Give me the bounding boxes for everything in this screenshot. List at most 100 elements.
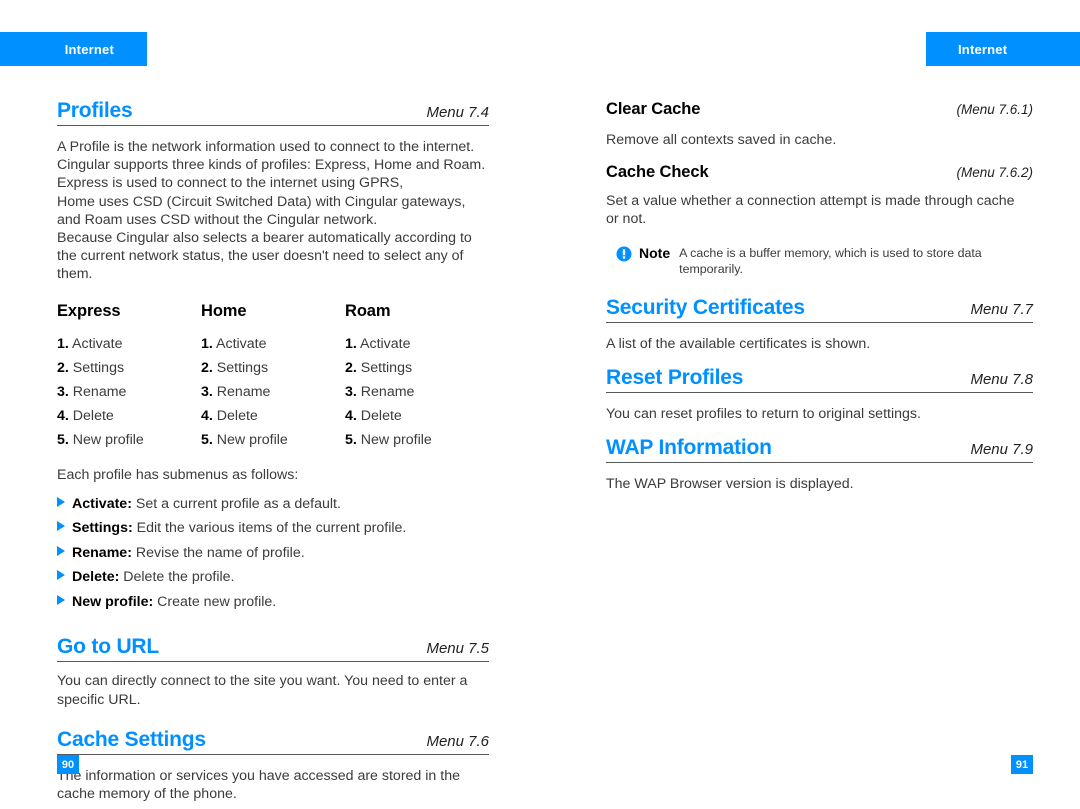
subsection-menu-cache-check: (Menu 7.6.2) [956, 165, 1033, 181]
submenu-term: Settings: [72, 520, 133, 537]
profile-item-label: New profile [360, 431, 432, 448]
subsection-title-cache-check: Cache Check [606, 163, 709, 182]
section-title-reset-profiles: Reset Profiles [606, 365, 744, 389]
profile-item-label: Settings [360, 359, 413, 376]
profile-column-header: Roam [345, 301, 391, 320]
profile-item-number: 3. [345, 383, 357, 400]
section-menu-wap-information: Menu 7.9 [970, 441, 1033, 459]
submenu-desc: Edit the various items of the current pr… [136, 520, 407, 537]
page-number-left: 90 [57, 755, 79, 774]
section-title-go-to-url: Go to URL [57, 635, 160, 659]
cache-settings-paragraph: The information or services you have acc… [57, 767, 489, 803]
triangle-right-icon [57, 521, 72, 532]
subsection-title-clear-cache: Clear Cache [606, 100, 701, 118]
profile-item-number: 1. [201, 335, 213, 352]
section-heading-go-to-url: Go to URL Menu 7.5 [57, 635, 489, 663]
section-menu-cache-settings: Menu 7.6 [426, 732, 489, 750]
body-line: The information or services you have acc… [57, 767, 460, 784]
subsection-menu-clear-cache: (Menu 7.6.1) [956, 102, 1033, 117]
submenu-desc: Revise the name of profile. [135, 544, 305, 561]
section-heading-profiles: Profiles Menu 7.4 [57, 99, 489, 127]
profile-item-number: 5. [201, 431, 213, 448]
profiles-intro-line: A Profile is the network information use… [57, 139, 475, 156]
profile-menu-item: 2. Settings [57, 356, 201, 380]
submenu-term: Delete: [72, 569, 120, 586]
note-line: temporarily. [679, 261, 743, 276]
section-menu-reset-profiles: Menu 7.8 [970, 370, 1033, 388]
section-heading-cache-settings: Cache Settings Menu 7.6 [57, 728, 489, 755]
profile-item-label: Activate [360, 335, 411, 352]
profile-item-number: 4. [201, 407, 213, 424]
profile-menu-item: 4. Delete [201, 404, 345, 428]
profile-item-number: 4. [345, 407, 357, 424]
body-line: A list of the available certificates is … [606, 335, 871, 352]
profile-item-label: Activate [72, 335, 123, 352]
reset-profiles-paragraph: You can reset profiles to return to orig… [606, 405, 1033, 423]
list-item: Delete: Delete the profile. [57, 565, 489, 590]
submenu-desc: Set a current profile as a default. [135, 495, 341, 512]
subsection-heading-cache-check: Cache Check (Menu 7.6.2) [606, 163, 1033, 182]
section-menu-security-certificates: Menu 7.7 [970, 300, 1033, 318]
submenu-desc: Delete the profile. [123, 569, 235, 586]
profile-item-label: Settings [72, 359, 125, 376]
cache-check-paragraph: Set a value whether a connection attempt… [606, 192, 1033, 228]
body-line: You can directly connect to the site you… [57, 673, 468, 690]
body-line: cache memory of the phone. [57, 786, 237, 803]
profile-menu-item: 4. Delete [345, 404, 489, 428]
profile-item-number: 1. [345, 335, 357, 352]
profile-item-number: 1. [57, 335, 69, 352]
profile-column-home: Home 1. Activate 2. Settings 3. Rename 4… [201, 302, 345, 452]
section-menu-profiles: Menu 7.4 [426, 104, 489, 121]
subsection-heading-clear-cache: Clear Cache (Menu 7.6.1) [606, 100, 1033, 119]
list-item: Activate: Set a current profile as a def… [57, 492, 489, 517]
profile-item-label: Delete [360, 407, 402, 424]
note-text: A cache is a buffer memory, which is use… [679, 245, 982, 277]
note-line: A cache is a buffer memory, which is use… [679, 245, 982, 260]
profile-item-label: Delete [72, 407, 114, 424]
profiles-intro-line: Home uses CSD (Circuit Switched Data) wi… [57, 193, 466, 210]
section-heading-security-certificates: Security Certificates Menu 7.7 [606, 295, 1033, 323]
triangle-right-icon [57, 545, 72, 556]
profile-menu-item: 3. Rename [345, 380, 489, 404]
profile-item-number: 2. [201, 359, 213, 376]
page-number-right-label: 91 [1015, 758, 1029, 771]
profile-column-roam: Roam 1. Activate 2. Settings 3. Rename 4… [345, 302, 489, 452]
header-tab-left: Internet [0, 32, 147, 66]
page-number-left-label: 90 [61, 758, 75, 771]
profile-item-label: Activate [216, 335, 267, 352]
profile-menu-item: 3. Rename [57, 380, 201, 404]
submenu-entry: New profile: Create new profile. [72, 590, 276, 615]
note-label: Note [639, 244, 671, 261]
body-line: specific URL. [57, 691, 141, 708]
body-line: You can reset profiles to return to orig… [606, 405, 921, 422]
profile-item-number: 5. [345, 431, 357, 448]
go-to-url-paragraph: You can directly connect to the site you… [57, 672, 489, 708]
profile-menu-item: 5. New profile [201, 428, 345, 452]
profiles-intro-line: and Roam uses CSD without the Cingular n… [57, 211, 378, 228]
triangle-right-icon [57, 570, 72, 581]
profiles-intro-line: them. [57, 266, 93, 283]
list-item: Rename: Revise the name of profile. [57, 541, 489, 566]
left-page-column: Profiles Menu 7.4 A Profile is the netwo… [57, 99, 489, 803]
list-item: Settings: Edit the various items of the … [57, 516, 489, 541]
profile-item-label: New profile [72, 431, 144, 448]
note-block: Note A cache is a buffer memory, which i… [606, 245, 1033, 277]
profiles-intro-line: Cingular supports three kinds of profile… [57, 157, 486, 174]
header-tab-left-label: Internet [64, 41, 114, 57]
profile-item-label: Rename [216, 383, 271, 400]
profiles-intro-line: the current network status, the user doe… [57, 248, 464, 265]
profile-item-number: 2. [57, 359, 69, 376]
section-heading-reset-profiles: Reset Profiles Menu 7.8 [606, 365, 1033, 393]
profile-item-label: Delete [216, 407, 258, 424]
profile-menu-item: 1. Activate [201, 332, 345, 356]
profile-menu-item: 5. New profile [57, 428, 201, 452]
submenu-term: Rename: [72, 544, 132, 561]
section-title-wap-information: WAP Information [606, 436, 772, 460]
section-title-security-certificates: Security Certificates [606, 295, 805, 319]
profile-menu-item: 5. New profile [345, 428, 489, 452]
submenu-entry: Delete: Delete the profile. [72, 565, 234, 590]
submenu-entry: Rename: Revise the name of profile. [72, 541, 305, 566]
profile-item-number: 5. [57, 431, 69, 448]
profile-column-header: Express [57, 301, 121, 320]
right-page-column: Clear Cache (Menu 7.6.1) Remove all cont… [606, 100, 1033, 493]
